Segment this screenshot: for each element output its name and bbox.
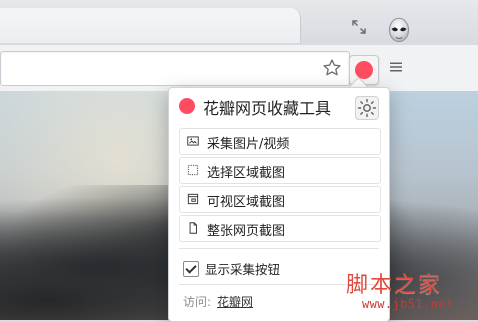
watermark-title: 脚本之家 <box>346 273 443 298</box>
popup-title: 花瓣网页收藏工具 <box>203 99 332 118</box>
popup-header: 花瓣网页收藏工具 <box>179 95 379 120</box>
selection-icon <box>187 164 199 176</box>
divider <box>179 248 379 249</box>
visible-area-icon <box>187 193 199 205</box>
gear-icon <box>357 98 377 118</box>
address-bar[interactable] <box>0 51 350 86</box>
menu-item-label: 可视区域截图 <box>207 195 286 210</box>
visit-row: 访问: 花瓣网 <box>183 293 373 313</box>
menu-item-select-area[interactable]: 选择区域截图 <box>179 157 381 184</box>
resize-icon[interactable] <box>350 18 368 36</box>
checkbox-label: 显示采集按钮 <box>205 262 281 277</box>
browser-tab[interactable] <box>0 8 301 43</box>
show-capture-button-checkbox[interactable] <box>183 261 199 277</box>
bookmark-star-icon[interactable] <box>322 58 342 78</box>
menu-item-label: 整张网页截图 <box>207 224 286 239</box>
huaban-logo-icon <box>179 98 195 114</box>
visit-prefix: 访问: <box>183 295 212 309</box>
huaban-site-link[interactable]: 花瓣网 <box>217 293 253 310</box>
watermark-url: www.jb51.net <box>362 297 454 311</box>
image-icon <box>187 136 199 146</box>
full-page-icon <box>189 222 197 234</box>
menu-item-label: 采集图片/视频 <box>207 137 290 152</box>
browser-top-bar <box>0 0 478 45</box>
omnibox-row <box>0 45 478 92</box>
menu-item-visible-area[interactable]: 可视区域截图 <box>179 186 381 213</box>
show-capture-button-option[interactable]: 显示采集按钮 <box>183 258 373 280</box>
menu-icon[interactable] <box>387 58 405 76</box>
menu-item-label: 选择区域截图 <box>207 166 286 181</box>
menu-item-full-page[interactable]: 整张网页截图 <box>179 215 381 242</box>
profile-alien-icon[interactable] <box>382 14 416 48</box>
menu-item-capture-media[interactable]: 采集图片/视频 <box>179 128 381 155</box>
settings-button[interactable] <box>355 96 379 120</box>
